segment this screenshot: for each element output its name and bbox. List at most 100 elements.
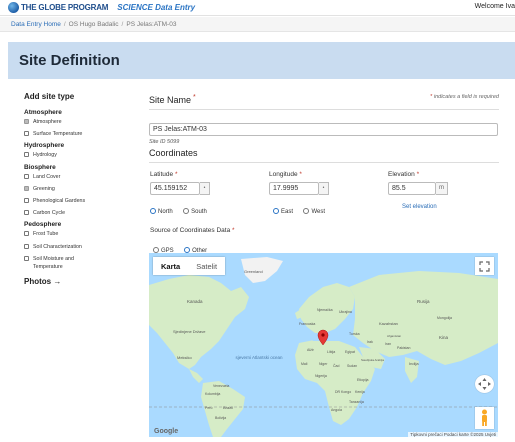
- elevation-input[interactable]: 85.5: [388, 182, 436, 195]
- map-label-canada: Kanada: [187, 299, 203, 304]
- map-label-peru: Peru: [205, 406, 212, 410]
- option-phenological-gardens[interactable]: Phenological Gardens: [24, 197, 129, 205]
- breadcrumb-home[interactable]: Data Entry Home: [11, 21, 61, 28]
- map-label-sudan: Sudan: [347, 364, 357, 368]
- elevation-group: Elevation * 85.5 m Set elevation: [388, 171, 448, 210]
- checkbox[interactable]: [24, 231, 29, 237]
- pegman-icon: [482, 409, 487, 426]
- site-name-heading: Site Name: [149, 95, 192, 105]
- longitude-input[interactable]: 17.9995: [269, 182, 319, 195]
- divider: [149, 109, 499, 110]
- longitude-group: Longitude * 17.9995 • East West: [269, 171, 331, 218]
- checkbox[interactable]: [24, 185, 29, 191]
- option-label: Greening: [33, 185, 55, 192]
- checkbox[interactable]: [24, 210, 29, 216]
- map-label-angola: Angola: [331, 408, 342, 412]
- option-frost-tube[interactable]: Frost Tube: [24, 230, 129, 238]
- longitude-label: Longitude *: [269, 171, 331, 178]
- map-label-russia: Rusija: [417, 299, 430, 304]
- breadcrumb-separator: /: [63, 21, 66, 28]
- longitude-stepper[interactable]: •: [319, 182, 329, 195]
- east-radio[interactable]: [273, 208, 279, 214]
- option-label: Frost Tube: [33, 231, 59, 238]
- category-pedosphere: Pedosphere: [24, 221, 62, 229]
- north-radio[interactable]: [150, 208, 156, 214]
- breadcrumb-site: PS Jelas:ATM-03: [126, 21, 177, 28]
- welcome-user[interactable]: Welcome Iva: [475, 3, 515, 10]
- site-name-input[interactable]: PS Jelas:ATM-03: [149, 123, 498, 136]
- checkbox[interactable]: [24, 173, 29, 179]
- required-marker: *: [299, 171, 302, 178]
- option-hydrology[interactable]: Hydrology: [24, 151, 129, 159]
- map-attribution[interactable]: Tipkovni prečaci Podaci karte ©2025 Uvje…: [408, 432, 498, 437]
- world-map[interactable]: Greenland Rusija Kanada Kazahstan Sjedin…: [149, 253, 498, 437]
- west-radio[interactable]: [303, 208, 310, 214]
- required-marker: *: [193, 94, 196, 101]
- option-label: Land Cover: [33, 173, 61, 180]
- site-type-sidebar: Add site type Atmosphere Atmosphere Surf…: [24, 92, 129, 286]
- logo-text: THE GLOBE PROGRAM: [21, 3, 109, 12]
- option-carbon-cycle[interactable]: Carbon Cycle: [24, 209, 129, 217]
- page-title: Site Definition: [19, 52, 120, 69]
- set-elevation-link[interactable]: Set elevation: [402, 204, 448, 210]
- map-label-afghanistan: Afganistan: [387, 334, 402, 338]
- map-label-iran: Iran: [385, 342, 391, 346]
- street-view-button[interactable]: [475, 407, 494, 429]
- latitude-label-text: Latitude: [150, 171, 174, 178]
- checkbox[interactable]: [24, 152, 29, 158]
- map-label-egypt: Egipat: [345, 350, 355, 354]
- elevation-label-text: Elevation: [388, 171, 415, 178]
- map-label-libya: Libija: [327, 350, 335, 354]
- sidebar-title: Add site type: [24, 92, 75, 101]
- fullscreen-button[interactable]: [475, 257, 494, 275]
- option-atmosphere[interactable]: Atmosphere: [24, 118, 129, 126]
- tab-map[interactable]: Karta: [153, 257, 188, 275]
- east-label: East: [281, 209, 294, 215]
- checkbox[interactable]: [24, 255, 29, 261]
- map-label-ethiopia: Etiopija: [357, 378, 369, 382]
- breadcrumb-org[interactable]: OS Hugo Badalic: [69, 21, 119, 28]
- map-label-france: Francuska: [299, 322, 315, 326]
- tab-satellite[interactable]: Satelit: [188, 257, 225, 275]
- option-land-cover[interactable]: Land Cover: [24, 173, 129, 181]
- map-label-turkey: Turska: [349, 332, 360, 336]
- map-type-tabs: Karta Satelit: [153, 257, 226, 275]
- latitude-stepper[interactable]: •: [200, 182, 210, 195]
- required-marker: *: [232, 227, 235, 234]
- elevation-unit: m: [436, 182, 448, 195]
- top-bar: THE GLOBE PROGRAM SCIENCE Data Entry Wel…: [0, 0, 515, 16]
- location-map[interactable]: Greenland Rusija Kanada Kazahstan Sjedin…: [149, 253, 498, 437]
- map-label-bolivia: Bolivija: [215, 416, 226, 420]
- category-atmosphere: Atmosphere: [24, 109, 62, 116]
- option-label: Soil Characterization: [33, 243, 82, 250]
- checkbox[interactable]: [24, 198, 29, 204]
- google-logo: Google: [154, 428, 179, 435]
- checkbox[interactable]: [24, 131, 29, 137]
- map-label-brazil: Brazil: [223, 405, 233, 410]
- photos-link[interactable]: Photos →: [24, 277, 129, 286]
- required-note: * indicates a field is required: [430, 94, 499, 100]
- option-greening[interactable]: Greening: [24, 185, 129, 193]
- option-soil-characterization[interactable]: Soil Characterization: [24, 243, 129, 251]
- checkbox[interactable]: [24, 119, 29, 124]
- latitude-label: Latitude *: [150, 171, 213, 178]
- option-label: Atmosphere: [33, 119, 62, 125]
- longitude-label-text: Longitude: [269, 171, 298, 178]
- map-label-chad: Čad: [333, 363, 339, 368]
- map-label-drc: DR Kongo: [335, 390, 351, 394]
- category-hydrosphere: Hydrosphere: [24, 142, 65, 150]
- option-surface-temperature[interactable]: Surface Temperature: [24, 130, 129, 138]
- source-label: Source of Coordinates Data *: [150, 227, 235, 234]
- coordinates-heading: Coordinates: [149, 148, 198, 158]
- site-form: Site Name * * indicates a field is requir…: [149, 90, 499, 163]
- option-label: Soil Moisture and Temperature: [33, 255, 74, 271]
- globe-logo[interactable]: THE GLOBE PROGRAM SCIENCE Data Entry: [8, 2, 195, 13]
- option-soil-moisture[interactable]: Soil Moisture and Temperature: [24, 255, 129, 271]
- checkbox[interactable]: [24, 243, 29, 249]
- required-note-text: indicates a field is required: [433, 94, 499, 100]
- site-id: Site ID 5099: [149, 139, 180, 145]
- camera-control-button[interactable]: [475, 375, 494, 393]
- map-label-tanzania: Tanzanija: [349, 400, 364, 404]
- south-radio[interactable]: [183, 208, 190, 214]
- latitude-input[interactable]: 45.159152: [150, 182, 200, 195]
